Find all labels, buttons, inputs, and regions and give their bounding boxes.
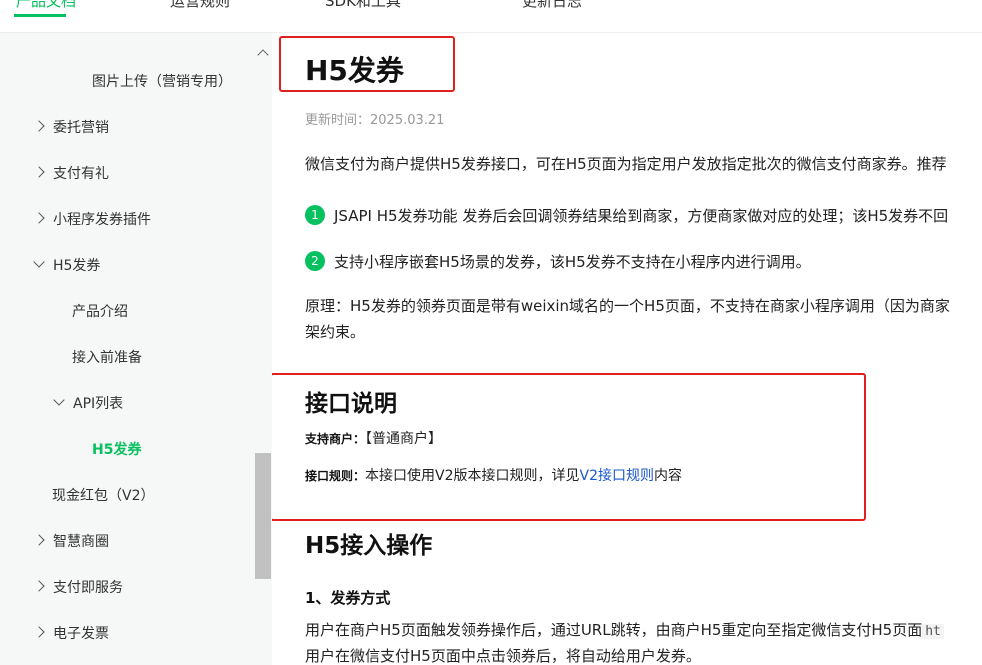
active-tab-indicator (14, 14, 66, 17)
sidebar-item-payment-as-service[interactable]: 支付即服务 (33, 578, 123, 598)
sidebar-item-payment-gift[interactable]: 支付有礼 (33, 164, 109, 184)
sidebar-item-image-upload[interactable]: 图片上传（营销专用） (92, 72, 232, 92)
tab-sdk-tools[interactable]: SDK和工具 (325, 0, 401, 11)
sidebar-item-delegated-marketing[interactable]: 委托营销 (33, 118, 109, 138)
main-content: H5发券 更新时间：2025.03.21 微信支付为商户提供H5发券接口，可在H… (272, 33, 982, 665)
chevron-down-icon (33, 256, 45, 268)
feature-point-1: 1 JSAPI H5发券功能 发券后会回调领券结果给到商家，方便商家做对应的处理；… (305, 203, 948, 229)
chevron-down-icon (53, 394, 65, 406)
sidebar-item-label: 电子发票 (53, 626, 109, 642)
v2-api-rule-link[interactable]: V2接口规则 (580, 468, 654, 484)
step-number-badge: 2 (305, 250, 325, 271)
sidebar-item-api-list[interactable]: API列表 (53, 394, 124, 414)
chevron-right-icon (33, 626, 45, 638)
sidebar-item-label: 接入前准备 (72, 350, 142, 366)
sidebar-item-label: 图片上传（营销专用） (92, 74, 232, 90)
sidebar-item-cash-red-packet[interactable]: 现金红包（V2） (52, 486, 154, 506)
api-rule-text: 本接口使用V2版本接口规则，详见 (365, 468, 580, 484)
feature-point-2: 2 支持小程序嵌套H5场景的发券，该H5发券不支持在小程序内进行调用。 (305, 249, 811, 275)
sidebar-item-label: H5发券 (92, 442, 142, 458)
chevron-right-icon (33, 120, 45, 132)
sidebar-item-e-invoice[interactable]: 电子发票 (33, 624, 109, 644)
sidebar-item-smart-mall[interactable]: 智慧商圈 (33, 532, 109, 552)
coupon-method-text: 用户在商户H5页面触发领券操作后，通过URL跳转，由商户H5重定向至指定微信支付… (305, 621, 923, 639)
feature-point-text: 支持小程序嵌套H5场景的发券，该H5发券不支持在小程序内进行调用。 (334, 253, 811, 271)
sidebar-item-label: 现金红包（V2） (52, 488, 155, 504)
sidebar-item-label: 支付有礼 (53, 166, 109, 182)
supported-merchant-label: 支持商户： (305, 432, 366, 446)
tab-operation-rules[interactable]: 运营规则 (170, 0, 230, 11)
chevron-right-icon (33, 534, 45, 546)
principle-line-1: 原理：H5发券的领券页面是带有weixin域名的一个H5页面，不支持在商家小程序… (305, 297, 950, 315)
sidebar: 图片上传（营销专用） 委托营销 支付有礼 小程序发券插件 H5发券 产品介绍 接… (0, 33, 272, 665)
sidebar-item-label: 智慧商圈 (53, 534, 109, 550)
sidebar-item-label: 产品介绍 (72, 304, 128, 320)
update-time: 更新时间：2025.03.21 (305, 113, 445, 128)
page-title: H5发券 (305, 54, 404, 87)
sidebar-item-h5-coupon-api[interactable]: H5发券 (92, 440, 141, 460)
chevron-right-icon (33, 166, 45, 178)
sidebar-item-label: H5发券 (53, 258, 101, 274)
sidebar-item-preparation[interactable]: 接入前准备 (72, 348, 142, 368)
sidebar-item-label: API列表 (73, 396, 124, 412)
sidebar-item-label: 委托营销 (53, 120, 109, 136)
coupon-method-line-1: 用户在商户H5页面触发领券操作后，通过URL跳转，由商户H5重定向至指定微信支付… (305, 617, 944, 645)
sidebar-item-label: 支付即服务 (53, 580, 123, 596)
sidebar-scrollbar-thumb[interactable] (255, 453, 271, 579)
supported-merchant-value: 【普通商户】 (365, 431, 443, 447)
step-number-badge: 1 (305, 204, 325, 225)
url-code-snippet: ht (922, 624, 944, 639)
sidebar-item-miniprogram-coupon-plugin[interactable]: 小程序发券插件 (33, 210, 151, 230)
coupon-method-line-2: 用户在微信支付H5页面中点击领券后，将自动给用户发券。 (305, 647, 701, 665)
top-nav: 产品文档 运营规则 SDK和工具 更新日志 (0, 0, 982, 33)
h5-integration-title: H5接入操作 (305, 533, 433, 559)
sidebar-item-h5-coupon[interactable]: H5发券 (33, 256, 101, 276)
principle-line-2: 架约束。 (305, 323, 366, 341)
tab-changelog[interactable]: 更新日志 (522, 0, 582, 11)
supported-merchant-row: 支持商户：【普通商户】 (305, 428, 442, 448)
api-rule-text-after: 内容 (653, 468, 682, 484)
tab-product-docs[interactable]: 产品文档 (16, 0, 76, 11)
chevron-right-icon (33, 212, 45, 224)
sidebar-item-label: 小程序发券插件 (53, 212, 151, 228)
intro-paragraph: 微信支付为商户提供H5发券接口，可在H5页面为指定用户发放指定批次的微信支付商家… (305, 155, 947, 173)
api-section-title: 接口说明 (305, 391, 397, 417)
api-rule-row: 接口规则：本接口使用V2版本接口规则，详见V2接口规则内容 (305, 465, 682, 485)
sidebar-item-product-intro[interactable]: 产品介绍 (72, 302, 128, 322)
chevron-right-icon (33, 580, 45, 592)
coupon-method-subtitle: 1、发券方式 (305, 589, 391, 607)
feature-point-text: JSAPI H5发券功能 发券后会回调领券结果给到商家，方便商家做对应的处理；该… (334, 207, 949, 225)
api-rule-label: 接口规则： (305, 469, 366, 483)
